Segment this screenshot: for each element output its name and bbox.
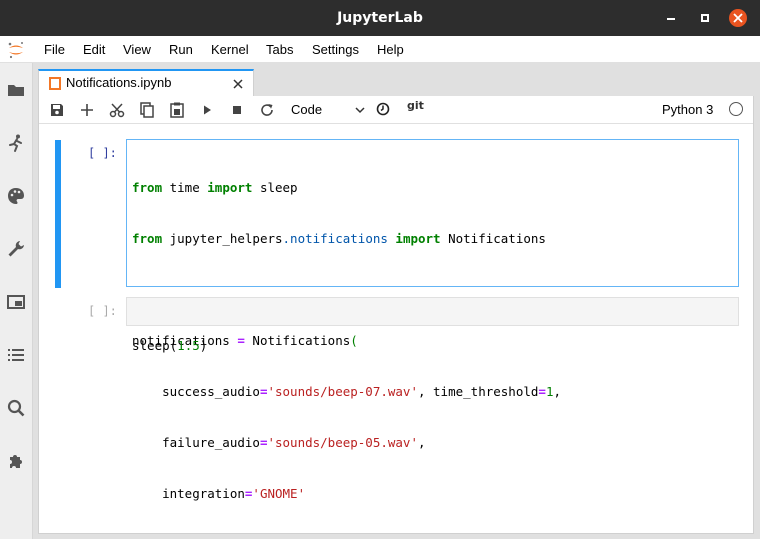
search-icon[interactable]: [6, 398, 26, 418]
stop-icon[interactable]: [228, 101, 246, 119]
minimize-icon[interactable]: [662, 9, 680, 27]
cell-prompt: [ ]:: [88, 146, 117, 160]
menu-tabs[interactable]: Tabs: [266, 36, 293, 63]
folder-icon[interactable]: [6, 80, 26, 100]
tab-notifications-notebook[interactable]: Notifications.ipynb: [38, 69, 254, 96]
clock-icon[interactable]: [374, 100, 392, 118]
code-line: failure_audio='sounds/beep-05.wav',: [132, 435, 426, 450]
code-line: sleep(1.5): [132, 338, 208, 353]
menu-settings[interactable]: Settings: [312, 36, 359, 63]
cell-type-select[interactable]: Code: [291, 100, 367, 120]
window-title: JupyterLab: [337, 10, 423, 26]
window-titlebar: JupyterLab: [0, 0, 760, 36]
palette-icon[interactable]: [6, 186, 26, 206]
notebook-toolbar: Code git Python 3: [39, 96, 753, 124]
maximize-icon[interactable]: [696, 9, 714, 27]
git-button[interactable]: git: [407, 99, 424, 112]
wrench-icon[interactable]: [6, 239, 26, 259]
kernel-name[interactable]: Python 3: [662, 100, 713, 120]
kernel-status-icon: [729, 102, 743, 116]
code-line: integration='GNOME': [132, 486, 306, 501]
notebook-icon: [49, 77, 61, 90]
code-line: from jupyter_helpers.notifications impor…: [132, 231, 546, 246]
menu-run[interactable]: Run: [169, 36, 193, 63]
menu-kernel[interactable]: Kernel: [211, 36, 249, 63]
tab-label: Notifications.ipynb: [66, 75, 172, 90]
chevron-down-icon: [355, 107, 365, 114]
close-tab-icon[interactable]: [231, 77, 245, 91]
restart-icon[interactable]: [258, 101, 276, 119]
run-icon[interactable]: [198, 101, 216, 119]
left-sidebar: [0, 63, 33, 539]
running-icon[interactable]: [6, 133, 26, 153]
jupyter-logo-icon: [6, 40, 26, 60]
list-icon[interactable]: [6, 345, 26, 365]
menu-view[interactable]: View: [123, 36, 151, 63]
cut-icon[interactable]: [108, 101, 126, 119]
extension-icon[interactable]: [6, 451, 26, 471]
main-area: Notifications.ipynb Code git Python 3 […: [33, 63, 760, 539]
code-cell-editor[interactable]: from time import sleep from jupyter_help…: [126, 139, 739, 539]
cell-prompt: [ ]:: [88, 304, 117, 318]
menu-help[interactable]: Help: [377, 36, 404, 63]
active-cell-indicator: [55, 140, 61, 288]
code-cell-editor[interactable]: sleep(1.5): [126, 297, 739, 353]
copy-icon[interactable]: [138, 101, 156, 119]
close-window-icon[interactable]: [729, 9, 747, 27]
menu-edit[interactable]: Edit: [83, 36, 105, 63]
code-line: from time import sleep: [132, 180, 298, 195]
save-icon[interactable]: [48, 101, 66, 119]
cell-type-value: Code: [291, 102, 323, 117]
menu-file[interactable]: File: [44, 36, 65, 63]
tab-window-icon[interactable]: [6, 292, 26, 312]
notebook-panel: Code git Python 3 [ ]: from time import …: [38, 96, 754, 539]
tab-bar: Notifications.ipynb: [33, 63, 760, 96]
paste-icon[interactable]: [168, 101, 186, 119]
menu-bar: File Edit View Run Kernel Tabs Settings …: [0, 36, 760, 63]
add-cell-icon[interactable]: [78, 101, 96, 119]
